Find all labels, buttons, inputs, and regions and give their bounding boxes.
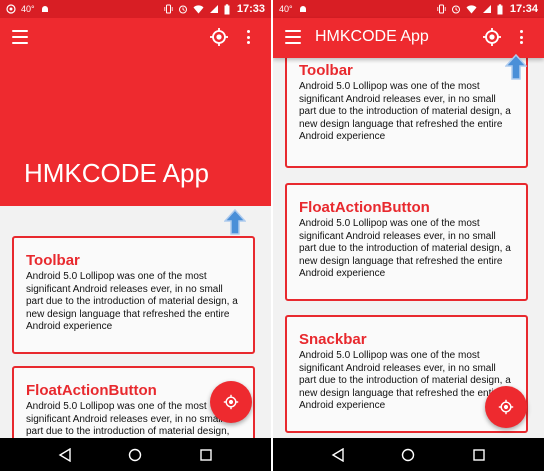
app-bar-expanded: HMKCODE App [0, 18, 271, 206]
gps-target-icon[interactable] [209, 27, 229, 47]
signal-icon [482, 5, 491, 13]
recents-icon[interactable] [198, 447, 214, 463]
floating-action-button[interactable] [210, 381, 252, 423]
system-nav-bar [0, 438, 271, 471]
back-icon[interactable] [330, 447, 346, 463]
alarm-icon [451, 5, 460, 14]
status-time: 17:33 [236, 3, 265, 15]
status-time: 17:34 [509, 3, 538, 15]
page-title: HMKCODE App [315, 28, 429, 45]
overflow-menu-icon[interactable] [518, 30, 524, 44]
phone-screen-right: 40° 17:34 HMKCODE App Toolbar Android 5.… [273, 0, 544, 471]
android-icon [299, 6, 306, 12]
alarm-icon [178, 5, 187, 14]
card-body: Android 5.0 Lollipop was one of the most… [299, 81, 511, 142]
home-icon[interactable] [127, 447, 143, 463]
card-body: Android 5.0 Lollipop was one of the most… [299, 350, 511, 411]
card-title: Toolbar [26, 252, 80, 269]
overflow-menu-icon[interactable] [245, 30, 251, 44]
temperature-text: 40° [21, 3, 35, 14]
home-icon[interactable] [400, 447, 416, 463]
wifi-icon [466, 5, 477, 14]
card-title: Snackbar [299, 331, 367, 348]
gps-target-icon[interactable] [482, 27, 502, 47]
arrow-up-icon [224, 209, 246, 235]
whatsapp-icon [6, 4, 16, 14]
recents-icon[interactable] [471, 447, 487, 463]
android-icon [41, 6, 48, 12]
gps-target-icon [223, 394, 239, 410]
arrow-up-icon [505, 54, 527, 80]
app-bar-collapsed: HMKCODE App [273, 18, 544, 58]
signal-icon [209, 5, 218, 13]
card-title: FloatActionButton [299, 199, 430, 216]
battery-icon [224, 3, 230, 14]
card-body: Android 5.0 Lollipop was one of the most… [299, 218, 511, 279]
status-bar: 40° 17:33 [0, 0, 271, 18]
card-floatactionbutton[interactable]: FloatActionButton Android 5.0 Lollipop w… [285, 183, 528, 301]
menu-icon[interactable] [285, 30, 301, 44]
temperature-text: 40° [279, 3, 293, 14]
menu-icon[interactable] [12, 30, 28, 44]
card-body: Android 5.0 Lollipop was one of the most… [26, 401, 230, 437]
gps-target-icon [498, 399, 514, 415]
back-icon[interactable] [57, 447, 73, 463]
vibrate-icon [437, 4, 446, 14]
card-toolbar[interactable]: Toolbar Android 5.0 Lollipop was one of … [12, 236, 255, 354]
card-title: FloatActionButton [26, 382, 157, 399]
floating-action-button[interactable] [485, 386, 527, 428]
system-nav-bar [273, 438, 544, 471]
card-title: Toolbar [299, 62, 353, 79]
battery-icon [497, 3, 503, 14]
wifi-icon [193, 5, 204, 14]
phone-screen-left: 40° 17:33 HMKCODE App Toolbar Android 5.… [0, 0, 271, 471]
status-bar: 40° 17:34 [273, 0, 544, 18]
card-body: Android 5.0 Lollipop was one of the most… [26, 271, 238, 332]
vibrate-icon [164, 4, 173, 14]
page-title: HMKCODE App [24, 158, 209, 188]
